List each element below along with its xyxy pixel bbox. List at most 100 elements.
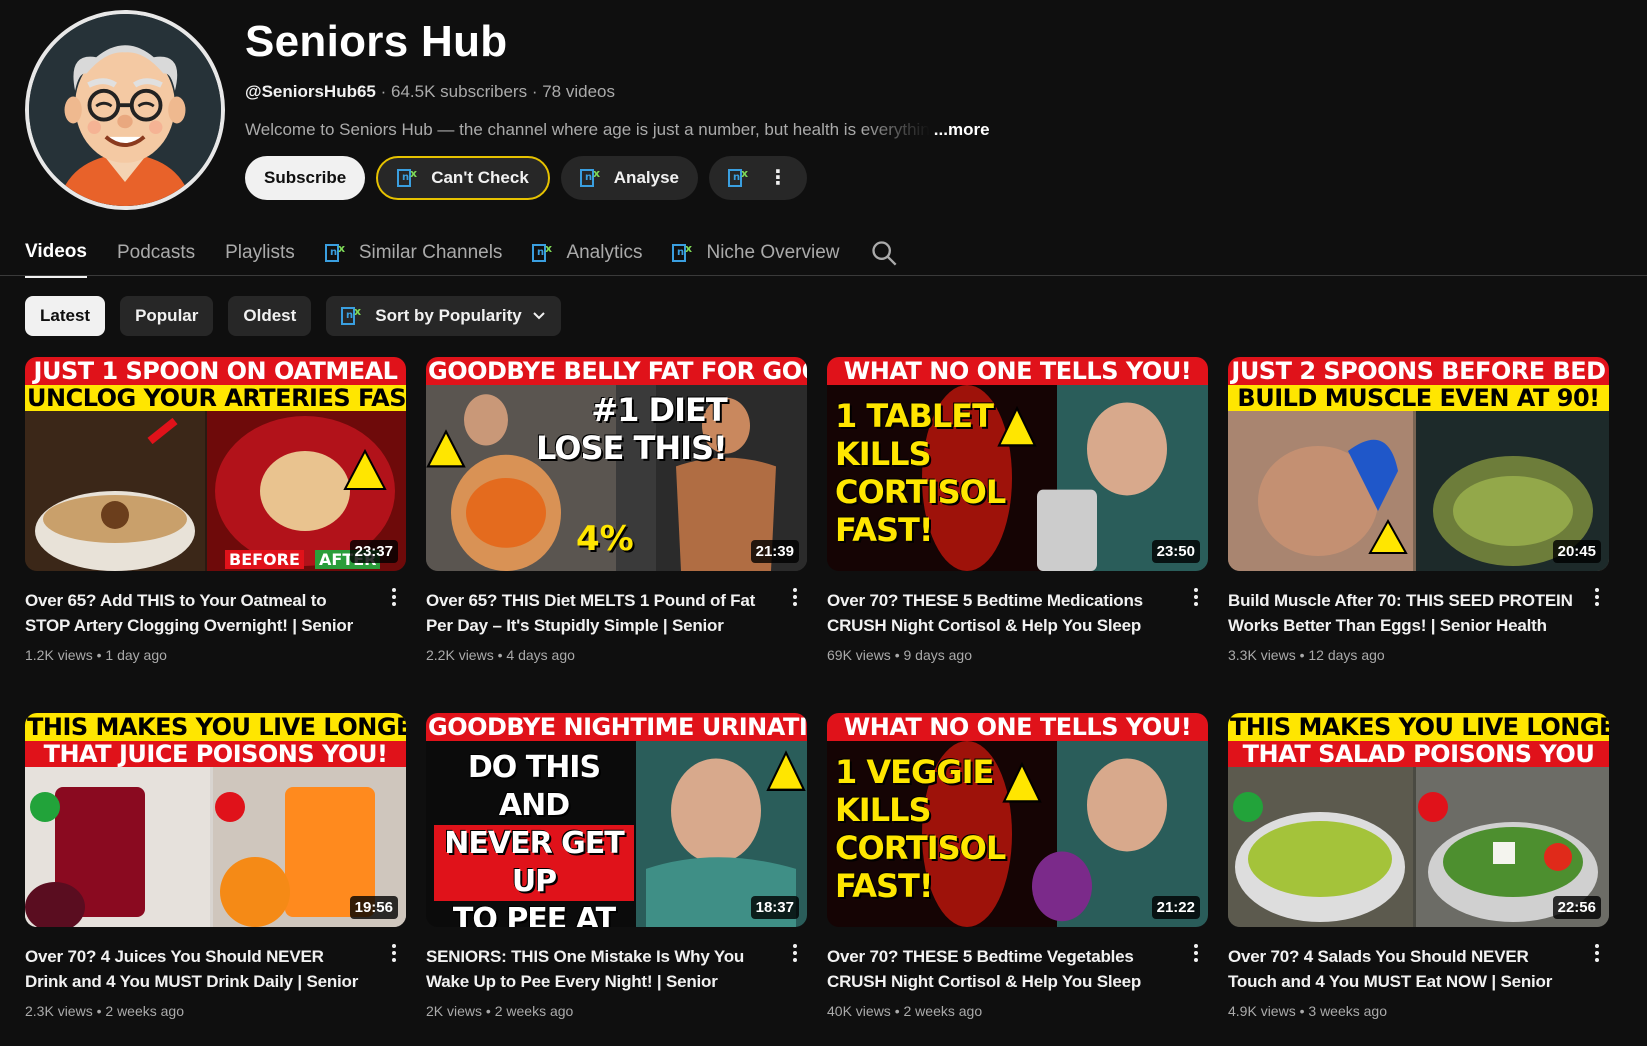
video-thumbnail[interactable]: THIS MAKES YOU LIVE LONGER THAT SALAD PO… [1228,713,1609,927]
thumbnail-headline: JUST 2 SPOONS BEFORE BED BUILD MUSCLE EV… [1228,357,1609,411]
thumbnail-band-top: WHAT NO ONE TELLS YOU! [827,357,1208,385]
channel-avatar[interactable] [25,10,225,210]
video-card[interactable]: THIS MAKES YOU LIVE LONGER THAT JUICE PO… [25,713,406,1028]
tab-analytics-label: Analytics [566,242,643,263]
video-menu-icon[interactable] [1587,941,1607,965]
video-menu-icon[interactable] [384,941,404,965]
video-title[interactable]: Over 65? Add THIS to Your Oatmeal to STO… [25,588,370,638]
video-card[interactable]: JUST 1 SPOON ON OATMEAL UNCLOG YOUR ARTE… [25,357,406,672]
thumbnail-band-top: GOODBYE BELLY FAT FOR GOOD! [426,357,807,385]
tab-niche-overview[interactable]: n x Niche Overview [672,228,840,278]
video-card[interactable]: GOODBYE BELLY FAT FOR GOOD! #1 DIETLOSE … [426,357,807,672]
svg-text:x: x [338,242,345,255]
video-title[interactable]: Over 70? THESE 5 Bedtime Vegetables CRUS… [827,944,1172,994]
chip-popular[interactable]: Popular [120,296,214,336]
description-text: Welcome to Seniors Hub — the channel whe… [245,120,930,139]
video-title[interactable]: Build Muscle After 70: THIS SEED PROTEIN… [1228,588,1573,638]
thumbnail-band-top: JUST 2 SPOONS BEFORE BED [1228,357,1609,385]
more-vert-icon [793,588,797,606]
video-title[interactable]: Over 70? 4 Salads You Should NEVER Touch… [1228,944,1573,994]
nexlev-logo-icon: n x [672,242,693,262]
video-title[interactable]: SENIORS: THIS One Mistake Is Why You Wak… [426,944,771,994]
thumbnail-overlay-text: 1 VEGGIE KILLS CORTISOL FAST! [835,753,1006,905]
video-menu-icon[interactable] [384,585,404,609]
video-meta: 40K views • 2 weeks ago [827,1003,1208,1019]
video-card[interactable]: WHAT NO ONE TELLS YOU! 1 VEGGIE KILLS CORT… [827,713,1208,1028]
video-menu-icon[interactable] [785,585,805,609]
thumbnail-band-top: THIS MAKES YOU LIVE LONGER [1228,713,1609,741]
video-card[interactable]: GOODBYE NIGHTIME URINATION! DO THIS ANDN… [426,713,807,1028]
video-duration: 22:56 [1552,896,1601,919]
thumbnail-headline: GOODBYE BELLY FAT FOR GOOD! [426,357,807,385]
thumbnail-overlay-line: #1 DIET [591,391,727,429]
video-age: 1 day ago [105,647,167,663]
tab-playlists[interactable]: Playlists [225,228,295,278]
svg-text:x: x [410,167,417,180]
thumbnail-overlay-line: FAST! [835,867,933,905]
video-menu-icon[interactable] [1186,585,1206,609]
cant-check-button[interactable]: n x Can't Check [376,156,550,200]
tab-videos[interactable]: Videos [25,228,87,278]
video-age: 3 weeks ago [1308,1003,1387,1019]
cant-check-label: Can't Check [431,168,529,187]
video-thumbnail[interactable]: GOODBYE BELLY FAT FOR GOOD! #1 DIETLOSE … [426,357,807,571]
video-age: 2 weeks ago [903,1003,983,1019]
video-thumbnail[interactable]: THIS MAKES YOU LIVE LONGER THAT JUICE PO… [25,713,406,927]
video-card[interactable]: WHAT NO ONE TELLS YOU! 1 TABLET KILLS CORT… [827,357,1208,672]
video-card[interactable]: THIS MAKES YOU LIVE LONGER THAT SALAD PO… [1228,713,1609,1028]
chip-latest[interactable]: Latest [25,296,106,336]
video-views: 4.9K views [1228,1003,1296,1019]
channel-description[interactable]: Welcome to Seniors Hub — the channel whe… [245,120,990,140]
video-views: 69K views [827,647,891,663]
svg-text:n: n [537,247,544,258]
svg-text:x: x [593,167,600,180]
thumbnail-art [25,411,406,571]
channel-header: Seniors Hub @SeniorsHub65 · 64.5K subscr… [25,10,990,210]
tab-podcasts[interactable]: Podcasts [117,228,195,278]
thumbnail-art [1228,411,1609,571]
video-title[interactable]: Over 65? THIS Diet MELTS 1 Pound of Fat … [426,588,771,638]
video-thumbnail[interactable]: GOODBYE NIGHTIME URINATION! DO THIS ANDN… [426,713,807,927]
sort-by-popularity-dropdown[interactable]: n x Sort by Popularity [326,296,561,336]
analyse-button[interactable]: n x Analyse [560,156,698,200]
nexlev-more-button[interactable]: n x ⋮ [708,156,807,200]
video-views: 2.3K views [25,1003,93,1019]
thumbnail-illustration [1228,767,1609,927]
thumbnail-band-top: WHAT NO ONE TELLS YOU! [827,713,1208,741]
video-card[interactable]: JUST 2 SPOONS BEFORE BED BUILD MUSCLE EV… [1228,357,1609,672]
video-title[interactable]: Over 70? 4 Juices You Should NEVER Drink… [25,944,370,994]
more-vert-icon: ⋮ [767,167,788,189]
description-more-link[interactable]: ...more [934,120,990,140]
video-title[interactable]: Over 70? THESE 5 Bedtime Medications CRU… [827,588,1172,638]
svg-text:n: n [402,172,409,183]
search-icon[interactable] [870,239,898,267]
video-thumbnail[interactable]: JUST 1 SPOON ON OATMEAL UNCLOG YOUR ARTE… [25,357,406,571]
video-thumbnail[interactable]: WHAT NO ONE TELLS YOU! 1 VEGGIE KILLS CORT… [827,713,1208,927]
thumbnail-overlay-text: #1 DIET LOSE THIS! [536,391,728,467]
youtube-channel-page: Seniors Hub @SeniorsHub65 · 64.5K subscr… [0,0,1647,1046]
svg-text:n: n [585,172,592,183]
channel-title: Seniors Hub [245,17,508,66]
more-vert-icon [793,944,797,962]
thumbnail-overlay-line: KILLS [835,435,932,473]
video-thumbnail[interactable]: JUST 2 SPOONS BEFORE BED BUILD MUSCLE EV… [1228,357,1609,571]
chevron-down-icon [532,312,545,320]
thumbnail-band-top: THIS MAKES YOU LIVE LONGER [25,713,406,741]
video-menu-icon[interactable] [1186,941,1206,965]
thumbnail-overlay-line: CORTISOL [835,473,1006,511]
chip-oldest[interactable]: Oldest [228,296,312,336]
tab-similar-channels[interactable]: n x Similar Channels [324,228,502,278]
tab-analytics[interactable]: n x Analytics [532,228,642,278]
tabs-divider [0,275,1647,276]
sort-chips: Latest Popular Oldest n x Sort by Popula… [25,296,561,336]
subscribe-button[interactable]: Subscribe [245,156,366,200]
thumbnail-illustration [1228,411,1609,571]
video-thumbnail[interactable]: WHAT NO ONE TELLS YOU! 1 TABLET KILLS CORT… [827,357,1208,571]
thumbnail-overlay-line: 1 TABLET [835,397,994,435]
video-menu-icon[interactable] [785,941,805,965]
tab-niche-overview-label: Niche Overview [706,242,840,263]
video-menu-icon[interactable] [1587,585,1607,609]
nexlev-logo-icon: n x [579,167,600,187]
thumbnail-headline: WHAT NO ONE TELLS YOU! [827,357,1208,385]
stats-separator: · [380,82,392,101]
